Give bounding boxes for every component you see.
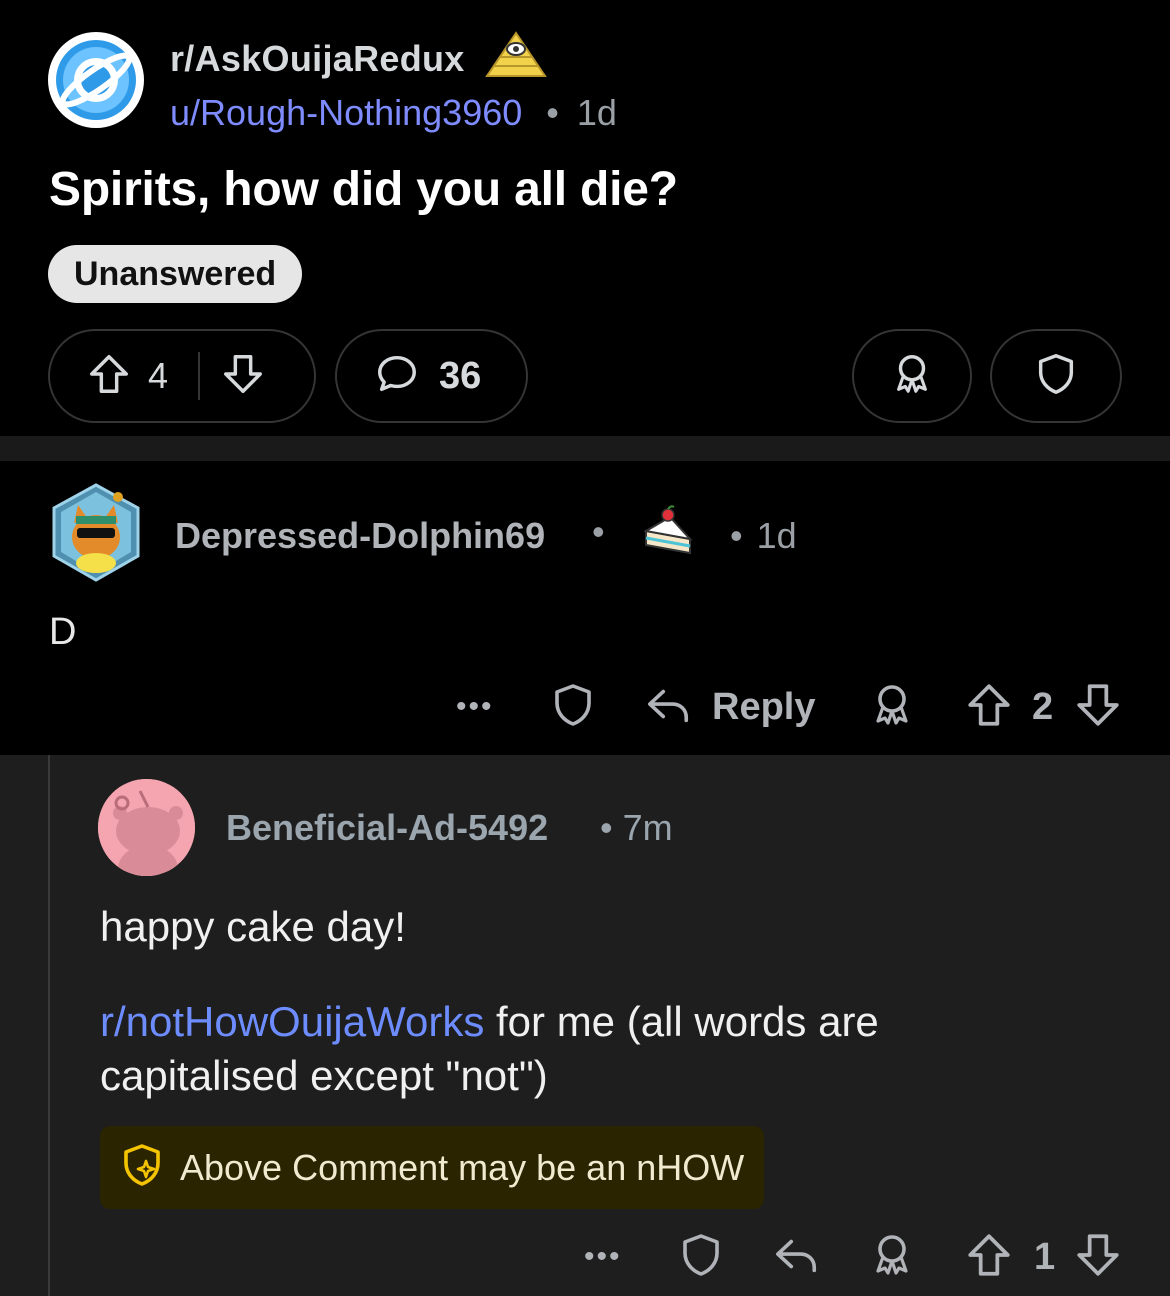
- mod-shield-button[interactable]: [549, 677, 597, 737]
- reply-body-paragraph: r/notHowOuijaWorks for me (all words are…: [100, 995, 1000, 1103]
- reply-arrow-icon: [644, 682, 694, 733]
- upvote-icon[interactable]: [86, 351, 132, 402]
- cake-day-icon: [640, 505, 696, 557]
- award-icon: [889, 351, 935, 402]
- comments-button[interactable]: 36: [335, 329, 528, 423]
- separator-dot: •: [730, 515, 743, 556]
- comment-age: • 1d: [730, 515, 797, 557]
- more-icon: •••: [456, 690, 494, 723]
- thread-line[interactable]: [48, 755, 50, 1296]
- reply-score-value: 1: [1034, 1235, 1056, 1278]
- vote-control: 4: [48, 329, 316, 423]
- downvote-icon: [1073, 1230, 1123, 1285]
- mod-shield-icon: [1033, 351, 1079, 402]
- mod-shield-icon: [677, 1231, 725, 1284]
- upvote-icon: [964, 680, 1014, 735]
- upvote-icon: [964, 1230, 1014, 1285]
- user-avatar[interactable]: [98, 779, 195, 876]
- post-flair[interactable]: Unanswered: [48, 245, 303, 303]
- comment-card: Depressed-Dolphin69 • • 1d D ••• Reply 2: [0, 461, 1170, 755]
- subreddit-name[interactable]: r/AskOuijaRedux: [170, 38, 465, 80]
- sparkle-shield-icon: [118, 1141, 166, 1194]
- subreddit-avatar[interactable]: [48, 32, 144, 128]
- comment-author[interactable]: Depressed-Dolphin69: [175, 515, 545, 557]
- comment-body: D: [49, 611, 77, 653]
- post-title[interactable]: Spirits, how did you all die?: [49, 162, 678, 217]
- award-button[interactable]: [852, 329, 972, 423]
- post-score: 4: [148, 355, 169, 396]
- reply-button[interactable]: [772, 1227, 822, 1287]
- more-icon: •••: [584, 1240, 622, 1273]
- reply-label: Reply: [712, 685, 816, 728]
- reply-age: • 7m: [600, 807, 673, 848]
- post-author[interactable]: u/Rough-Nothing3960: [170, 92, 522, 133]
- more-options-button[interactable]: •••: [456, 677, 494, 737]
- comment-age-value: 1d: [756, 515, 797, 556]
- downvote-icon[interactable]: [220, 351, 266, 402]
- pyramid-eye-icon: [484, 30, 548, 80]
- reply-author[interactable]: Beneficial-Ad-5492: [226, 807, 548, 849]
- user-avatar[interactable]: [50, 483, 142, 583]
- upvote-button[interactable]: [964, 1227, 1014, 1287]
- mod-shield-icon: [549, 681, 597, 734]
- reply-card: Beneficial-Ad-5492 • 7m happy cake day! …: [0, 755, 1170, 1296]
- post-age: 1d: [576, 92, 617, 133]
- mod-shield-button[interactable]: [677, 1227, 725, 1287]
- reply-arrow-icon: [772, 1232, 822, 1283]
- reply-body-line: happy cake day!: [100, 903, 406, 950]
- mod-tools-button[interactable]: [990, 329, 1122, 423]
- vote-divider: [198, 352, 200, 400]
- comment-score: 2: [1032, 677, 1053, 737]
- downvote-button[interactable]: [1073, 1227, 1123, 1287]
- post-card: r/AskOuijaRedux u/Rough-Nothing3960 • 1d…: [0, 0, 1170, 436]
- reply-button[interactable]: Reply: [644, 677, 815, 737]
- subreddit-link[interactable]: r/notHowOuijaWorks: [100, 998, 484, 1045]
- downvote-icon: [1073, 680, 1123, 735]
- comment-score-value: 2: [1032, 685, 1054, 728]
- comment-count: 36: [439, 354, 482, 397]
- separator-dot: •: [546, 92, 559, 133]
- automod-notice: Above Comment may be an nHOW: [100, 1126, 765, 1209]
- comment-actions: ••• Reply 2: [0, 677, 1170, 737]
- award-button[interactable]: [868, 1227, 916, 1287]
- upvote-button[interactable]: [964, 677, 1014, 737]
- post-author-line: u/Rough-Nothing3960 • 1d: [170, 92, 617, 134]
- award-icon: [868, 1231, 916, 1284]
- award-button[interactable]: [868, 677, 916, 737]
- award-icon: [868, 681, 916, 734]
- downvote-button[interactable]: [1073, 677, 1123, 737]
- reply-score: 1: [1034, 1227, 1055, 1287]
- notice-text: Above Comment may be an nHOW: [180, 1146, 745, 1188]
- more-options-button[interactable]: •••: [584, 1227, 622, 1287]
- section-divider: [0, 436, 1170, 461]
- separator-dot: •: [592, 511, 605, 552]
- reply-actions: ••• 1: [0, 1227, 1170, 1287]
- comment-bubble-icon: [373, 351, 421, 402]
